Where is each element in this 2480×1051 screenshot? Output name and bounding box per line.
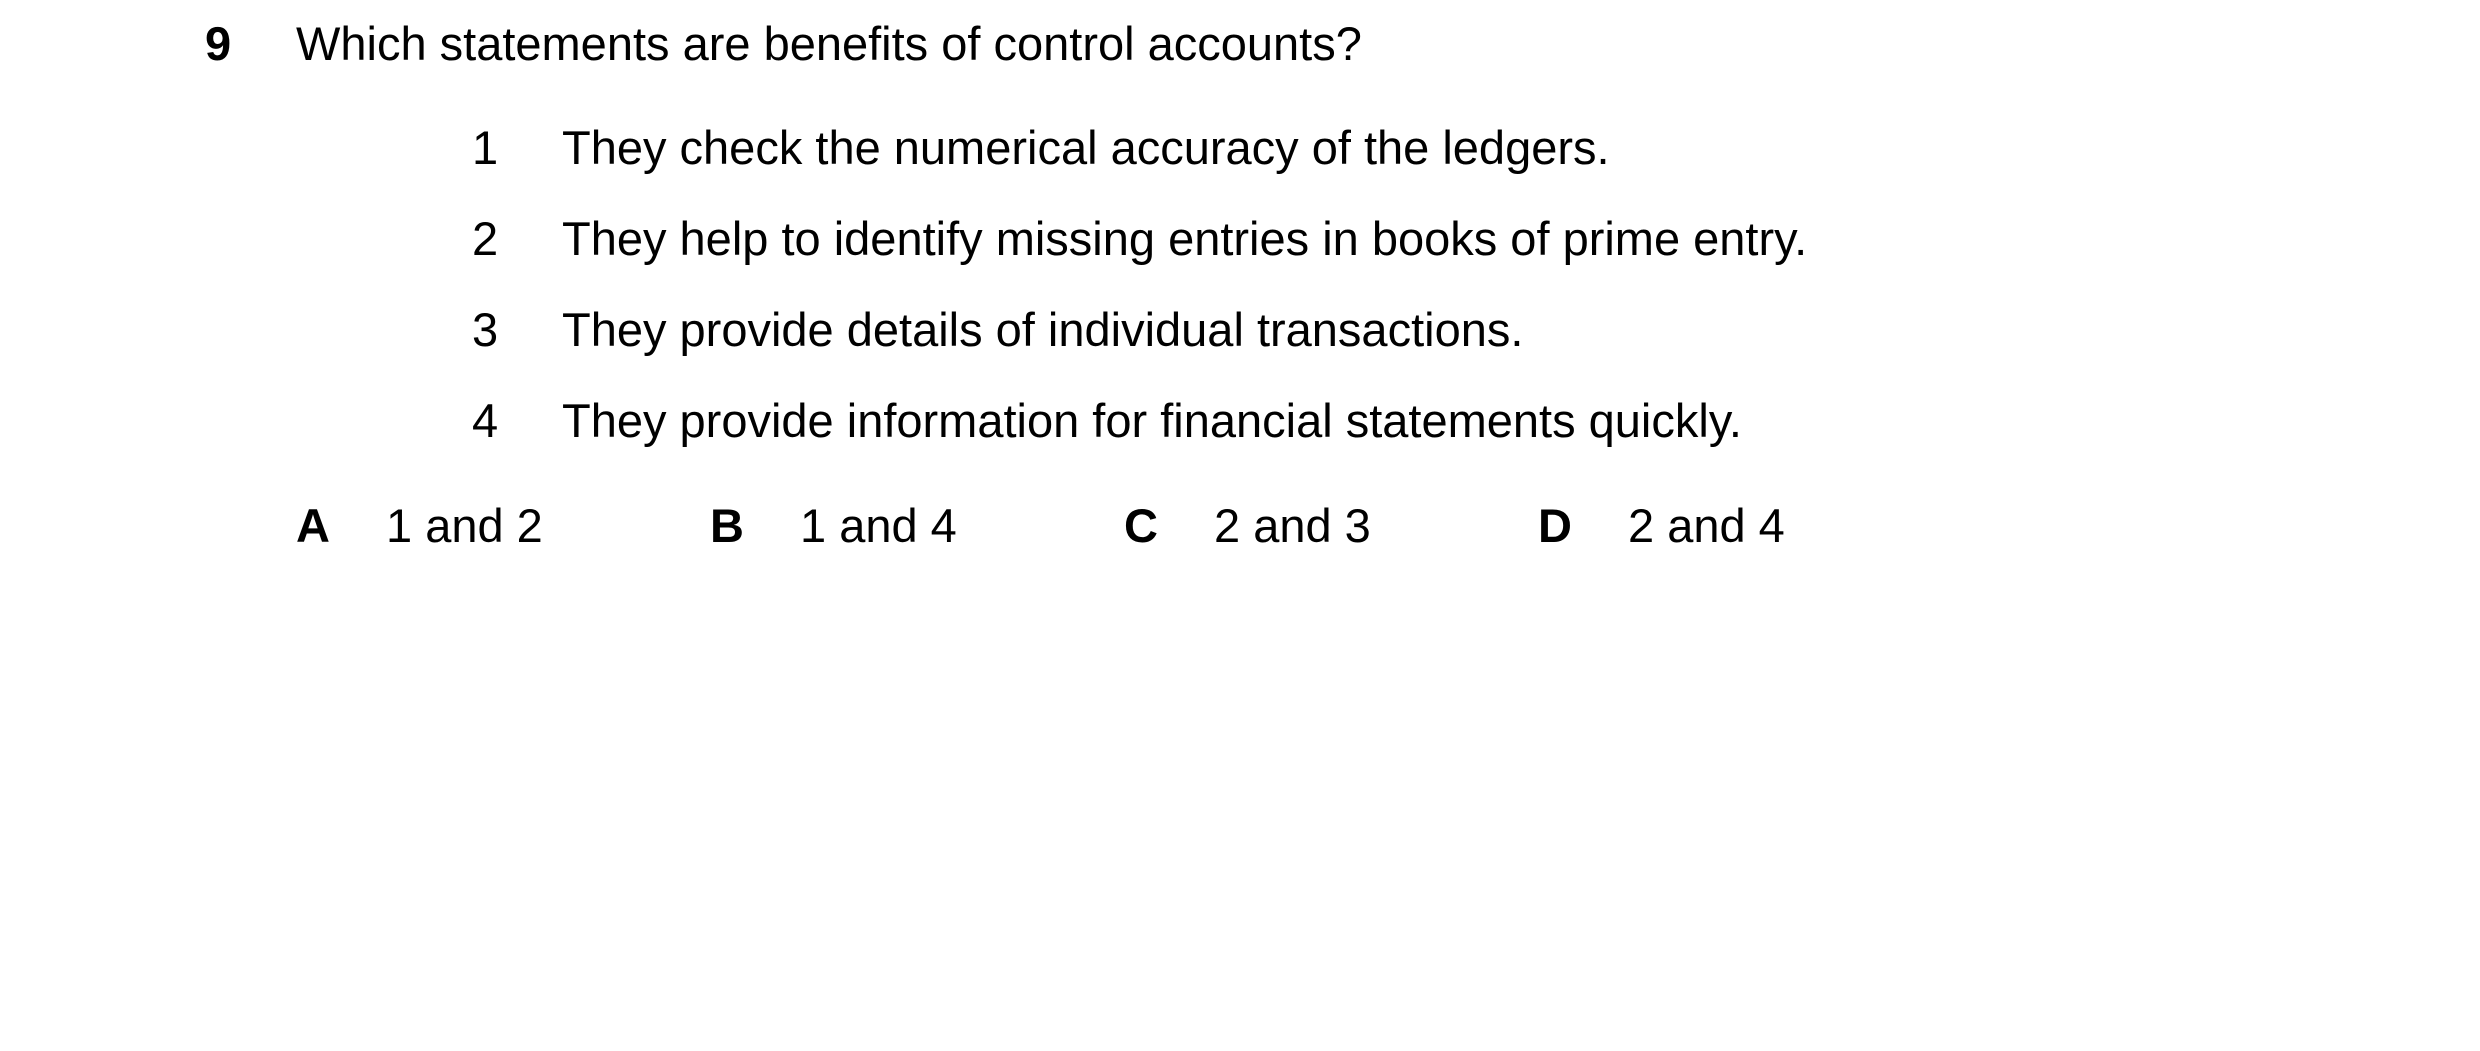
statement-item: 1 They check the numerical accuracy of t… <box>0 118 2000 178</box>
statement-item: 4 They provide information for financial… <box>0 391 2000 451</box>
option-text: 1 and 2 <box>386 499 543 552</box>
question-number: 9 <box>205 17 232 70</box>
statement-item: 3 They provide details of individual tra… <box>0 300 2000 360</box>
option-text: 2 and 3 <box>1214 499 1371 552</box>
option-text: 2 and 4 <box>1628 499 1785 552</box>
answer-options: A 1 and 2 B 1 and 4 C 2 and 3 D 2 and 4 <box>0 496 2000 556</box>
option-letter: C <box>1124 499 1158 552</box>
option-letter: D <box>1538 499 1572 552</box>
statement-text: They provide details of individual trans… <box>562 303 1524 356</box>
statement-text: They provide information for financial s… <box>562 394 1742 447</box>
option-letter: B <box>710 499 744 552</box>
statement-text: They check the numerical accuracy of the… <box>562 121 1610 174</box>
option-text: 1 and 4 <box>800 499 957 552</box>
statement-number: 3 <box>472 303 499 356</box>
option-letter: A <box>296 499 330 552</box>
question-text: Which statements are benefits of control… <box>296 17 1362 70</box>
statement-number: 1 <box>472 121 499 174</box>
statement-number: 2 <box>472 212 499 265</box>
statement-item: 2 They help to identify missing entries … <box>0 209 2000 269</box>
statement-text: They help to identify missing entries in… <box>562 212 1808 265</box>
statement-number: 4 <box>472 394 499 447</box>
